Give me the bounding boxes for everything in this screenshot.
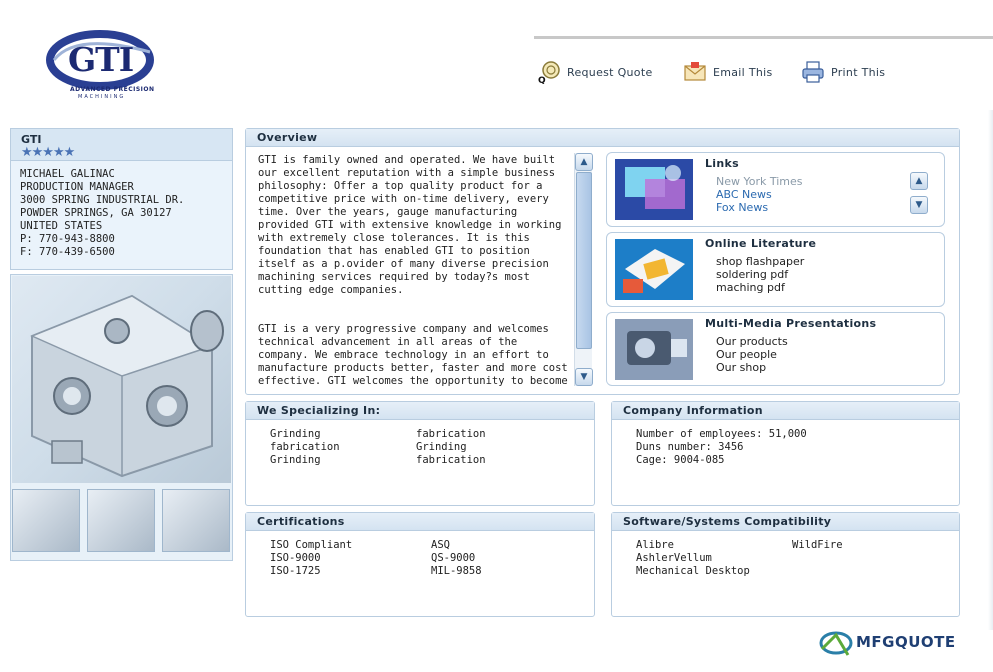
email-this-button[interactable]: Email This — [683, 60, 773, 84]
links-list: New York Times ABC News Fox News — [716, 175, 803, 214]
request-quote-icon: Q — [538, 61, 560, 84]
overview-scrollbar[interactable]: ▲ ▼ — [574, 153, 593, 386]
overview-paragraph: GTI is a very progressive company and we… — [258, 323, 568, 386]
company-info-title: Company Information — [612, 402, 959, 420]
multimedia-list: Our products Our people Our shop — [716, 335, 788, 374]
specialty-item: fabrication — [416, 428, 486, 440]
contact-person: MICHAEL GALINAC — [20, 168, 115, 180]
specializing-col-1: Grinding fabrication Grinding — [270, 428, 340, 467]
specialty-item: Grinding — [270, 428, 321, 440]
request-quote-button[interactable]: Q Request Quote — [537, 60, 653, 84]
literature-image — [615, 239, 693, 300]
logo-tagline-2: MACHINING — [78, 94, 126, 100]
links-box: Links New York Times ABC News Fox News ▲… — [606, 152, 945, 227]
specialty-item: Grinding — [270, 454, 321, 466]
address-city: POWDER SPRINGS, GA 30127 — [20, 207, 172, 219]
overview-title: Overview — [246, 129, 959, 147]
print-this-label: Print This — [831, 65, 886, 79]
multimedia-our-people[interactable]: Our people — [716, 348, 788, 361]
address-street: 3000 SPRING INDUSTRIAL DR. — [20, 194, 185, 206]
literature-shop-flashpaper[interactable]: shop flashpaper — [716, 255, 804, 268]
duns-number: Duns number: 3456 — [636, 441, 744, 453]
literature-soldering-pdf[interactable]: soldering pdf — [716, 268, 804, 281]
certifications-col-1: ISO Compliant ISO-9000 ISO-1725 — [270, 539, 352, 578]
certification-item: MIL-9858 — [431, 565, 482, 577]
logo-text: GTI — [68, 40, 134, 79]
employees-count: Number of employees: 51,000 — [636, 428, 807, 440]
print-this-button[interactable]: Print This — [801, 60, 885, 84]
links-image — [615, 159, 693, 220]
header-rule — [534, 36, 993, 39]
gallery-thumbnail[interactable] — [162, 489, 230, 552]
multimedia-image — [615, 319, 693, 380]
link-abc-news[interactable]: ABC News — [716, 188, 803, 201]
gti-logo: GTI ADVANCED PRECISION MACHINING — [46, 26, 162, 102]
software-item: Mechanical Desktop — [636, 565, 750, 577]
mfgquote-globe-icon — [819, 631, 853, 656]
specializing-title: We Specializing In: — [246, 402, 594, 420]
overview-text: GTI is family owned and operated. We hav… — [258, 154, 574, 386]
link-new-york-times[interactable]: New York Times — [716, 175, 803, 188]
gallery-thumbnail[interactable] — [87, 489, 155, 552]
specialty-item: fabrication — [270, 441, 340, 453]
links-title: Links — [705, 157, 739, 170]
software-col-2: WildFire — [792, 539, 843, 552]
contact-title: PRODUCTION MANAGER — [20, 181, 134, 193]
fax-number: F: 770-439-6500 — [20, 246, 115, 258]
certifications-title: Certifications — [246, 513, 594, 531]
specialty-item: Grinding — [416, 441, 467, 453]
scroll-up-icon[interactable]: ▲ — [575, 153, 593, 171]
contact-header: GTI ★★★★★ — [11, 129, 232, 161]
certification-item: ISO-1725 — [270, 565, 321, 577]
links-scroll-up-icon[interactable]: ▲ — [910, 172, 928, 190]
mfgquote-brand: MFGQUOTE — [856, 633, 956, 651]
rating-stars-icon: ★★★★★ — [21, 145, 75, 160]
mfgquote-logo[interactable]: MFGQUOTE — [818, 627, 968, 659]
request-quote-label: Request Quote — [567, 65, 653, 79]
literature-title: Online Literature — [705, 237, 817, 250]
specializing-col-2: fabrication Grinding fabrication — [416, 428, 486, 467]
certification-item: ISO-9000 — [270, 552, 321, 564]
literature-list: shop flashpaper soldering pdf maching pd… — [716, 255, 804, 294]
specialty-item: fabrication — [416, 454, 486, 466]
company-info-details: Number of employees: 51,000 Duns number:… — [636, 428, 807, 467]
phone-number: P: 770-943-8800 — [20, 233, 115, 245]
email-this-label: Email This — [713, 65, 773, 79]
contact-card: GTI ★★★★★ MICHAEL GALINAC PRODUCTION MAN… — [10, 128, 233, 270]
certification-item: ISO Compliant — [270, 539, 353, 551]
software-title: Software/Systems Compatibility — [612, 513, 959, 531]
links-scroll-down-icon[interactable]: ▼ — [910, 196, 928, 214]
svg-text:Q: Q — [538, 76, 546, 84]
multimedia-our-products[interactable]: Our products — [716, 335, 788, 348]
cage-code: Cage: 9004-085 — [636, 454, 725, 466]
overview-paragraph: GTI is family owned and operated. We hav… — [258, 154, 562, 296]
printer-icon — [802, 61, 824, 83]
scroll-down-icon[interactable]: ▼ — [575, 368, 593, 386]
contact-details: MICHAEL GALINAC PRODUCTION MANAGER 3000 … — [11, 161, 232, 266]
certification-item: QS-9000 — [431, 552, 476, 564]
address-country: UNITED STATES — [20, 220, 103, 232]
multimedia-title: Multi-Media Presentations — [705, 317, 877, 330]
software-item: Alibre — [636, 539, 674, 551]
logo-tagline: ADVANCED PRECISION — [70, 86, 155, 93]
link-fox-news[interactable]: Fox News — [716, 201, 803, 214]
literature-box: Online Literature shop flashpaper solder… — [606, 232, 945, 307]
scroll-thumb[interactable] — [576, 172, 592, 349]
software-col-1: Alibre AshlerVellum Mechanical Desktop — [636, 539, 750, 578]
multimedia-our-shop[interactable]: Our shop — [716, 361, 788, 374]
software-item: WildFire — [792, 539, 843, 551]
certifications-col-2: ASQ QS-9000 MIL-9858 — [431, 539, 482, 578]
main-product-photo — [12, 276, 231, 483]
page-edge-shadow — [988, 110, 993, 630]
software-item: AshlerVellum — [636, 552, 712, 564]
certification-item: ASQ — [431, 539, 450, 551]
multimedia-box: Multi-Media Presentations Our products O… — [606, 312, 945, 386]
literature-maching-pdf[interactable]: maching pdf — [716, 281, 804, 294]
email-icon — [684, 62, 706, 81]
photo-gallery — [10, 274, 233, 561]
gallery-thumbnail[interactable] — [12, 489, 80, 552]
